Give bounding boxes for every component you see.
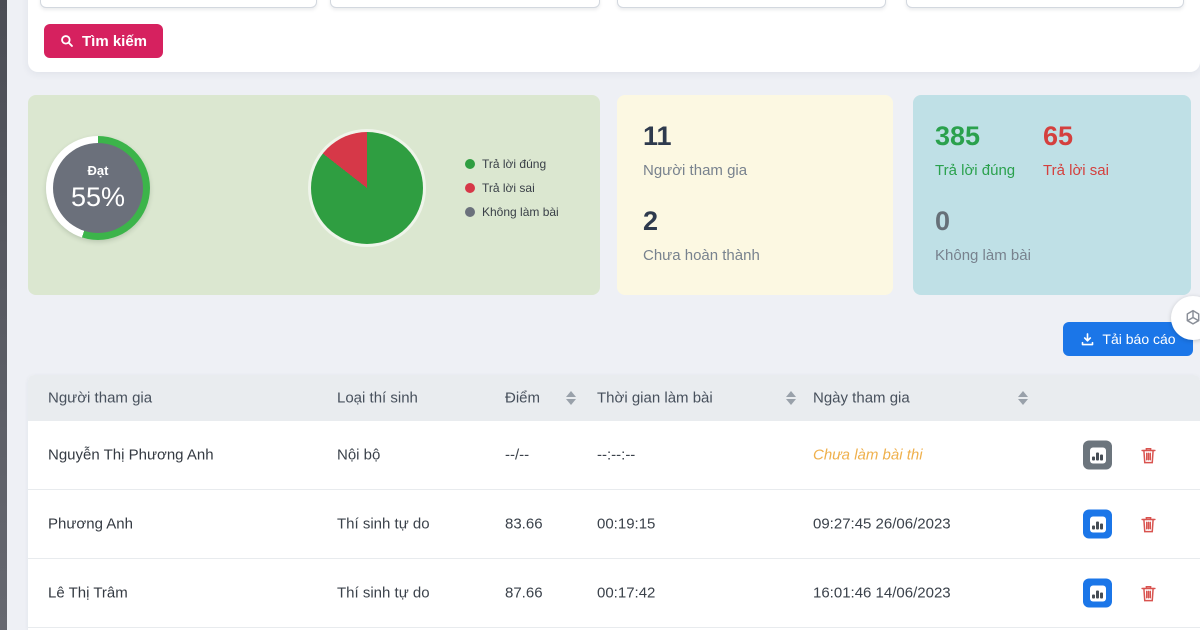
participants-stat: 11 Người tham gia xyxy=(643,121,748,180)
sort-icon-score[interactable] xyxy=(566,391,576,405)
cell-score: 87.66 xyxy=(505,584,543,602)
delete-button[interactable] xyxy=(1136,581,1160,605)
view-result-button[interactable] xyxy=(1083,509,1112,539)
legend-dot-gray xyxy=(465,207,475,217)
openai-logo-icon xyxy=(1186,309,1200,325)
delete-button[interactable] xyxy=(1136,512,1160,536)
wrong-stat: 65 Trả lời sai xyxy=(1043,121,1109,180)
table-header-row: Người tham gia Loại thí sinh Điểm Thời g… xyxy=(28,375,1200,421)
correct-count: 385 xyxy=(935,121,981,151)
header-score: Điểm xyxy=(505,389,541,407)
cell-candidate-type: Nội bộ xyxy=(337,446,381,464)
view-result-button[interactable] xyxy=(1083,578,1112,608)
pie-legend: Trả lời đúng Trả lời sai Không làm bài xyxy=(465,152,559,224)
incomplete-count: 2 xyxy=(643,206,659,236)
bar-chart-icon xyxy=(1089,447,1106,463)
trash-icon xyxy=(1140,516,1156,532)
cell-candidate-type: Thí sinh tự do xyxy=(337,584,430,602)
download-button-label: Tải báo cáo xyxy=(1102,331,1176,347)
wrong-count: 65 xyxy=(1043,121,1074,151)
cell-status: Chưa làm bài thi xyxy=(813,446,923,464)
cell-join-date: 09:27:45 26/06/2023 xyxy=(813,515,951,533)
pass-rate-gauge: Đạt 55% xyxy=(46,136,150,240)
table-row: Nguyễn Thị Phương Anh Nội bộ --/-- --:--… xyxy=(28,421,1200,490)
cell-score: 83.66 xyxy=(505,515,543,533)
results-chart-card: Đạt 55% Trả lời đúng Trả lời sai Không l… xyxy=(28,95,600,295)
download-icon xyxy=(1082,332,1094,345)
legend-item-wrong: Trả lời sai xyxy=(465,176,559,200)
sidebar-edge xyxy=(0,0,7,630)
search-field-3[interactable] xyxy=(617,0,886,8)
report-page: Tìm kiếm Đạt 55% Trả lời đúng Trả lời sa… xyxy=(0,0,1200,630)
legend-dot-green xyxy=(465,159,475,169)
search-panel: Tìm kiếm xyxy=(28,0,1200,72)
answers-pie-chart xyxy=(311,132,423,244)
correct-stat: 385 Trả lời đúng xyxy=(935,121,1016,180)
search-icon xyxy=(61,35,73,47)
search-button[interactable]: Tìm kiếm xyxy=(44,24,164,58)
answers-card: 385 Trả lời đúng 65 Trả lời sai 0 Không … xyxy=(913,95,1191,295)
skipped-count: 0 xyxy=(935,206,951,236)
gauge-label: Đạt xyxy=(87,163,109,178)
gauge-value: 55% xyxy=(70,182,126,212)
search-field-2[interactable] xyxy=(330,0,600,8)
view-result-button[interactable] xyxy=(1083,440,1112,470)
cell-participant: Nguyễn Thị Phương Anh xyxy=(48,446,214,464)
cell-duration: 00:19:15 xyxy=(597,515,656,533)
trash-icon xyxy=(1140,447,1156,463)
sort-icon-join-date[interactable] xyxy=(1018,391,1028,405)
incomplete-stat: 2 Chưa hoàn thành xyxy=(643,206,760,265)
legend-item-skipped: Không làm bài xyxy=(465,200,559,224)
header-candidate-type: Loại thí sinh xyxy=(337,389,418,407)
table-row: Lê Thị Trâm Thí sinh tự do 87.66 00:17:4… xyxy=(28,559,1200,628)
sort-icon-duration[interactable] xyxy=(786,391,796,405)
delete-button[interactable] xyxy=(1136,443,1160,467)
skipped-stat: 0 Không làm bài xyxy=(935,206,1031,265)
legend-dot-red xyxy=(465,183,475,193)
results-table: Người tham gia Loại thí sinh Điểm Thời g… xyxy=(28,375,1200,630)
legend-item-correct: Trả lời đúng xyxy=(465,152,559,176)
cell-candidate-type: Thí sinh tự do xyxy=(337,515,430,533)
cell-duration: 00:17:42 xyxy=(597,584,656,602)
header-duration: Thời gian làm bài xyxy=(597,389,713,407)
header-join-date: Ngày tham gia xyxy=(813,389,910,407)
participants-card: 11 Người tham gia 2 Chưa hoàn thành xyxy=(617,95,893,295)
search-field-4[interactable] xyxy=(906,0,1184,8)
cell-participant: Lê Thị Trâm xyxy=(48,584,128,602)
cell-join-date: 16:01:46 14/06/2023 xyxy=(813,584,951,602)
cell-participant: Phương Anh xyxy=(48,515,133,533)
search-field-1[interactable] xyxy=(40,0,317,8)
search-button-label: Tìm kiếm xyxy=(82,32,148,50)
trash-icon xyxy=(1140,585,1156,601)
cell-duration: --:--:-- xyxy=(597,446,636,464)
participants-count: 11 xyxy=(643,121,672,151)
table-row: Phương Anh Thí sinh tự do 83.66 00:19:15… xyxy=(28,490,1200,559)
header-participant: Người tham gia xyxy=(48,389,153,407)
cell-score: --/-- xyxy=(505,446,530,464)
bar-chart-icon xyxy=(1089,516,1106,532)
bar-chart-icon xyxy=(1089,585,1106,601)
